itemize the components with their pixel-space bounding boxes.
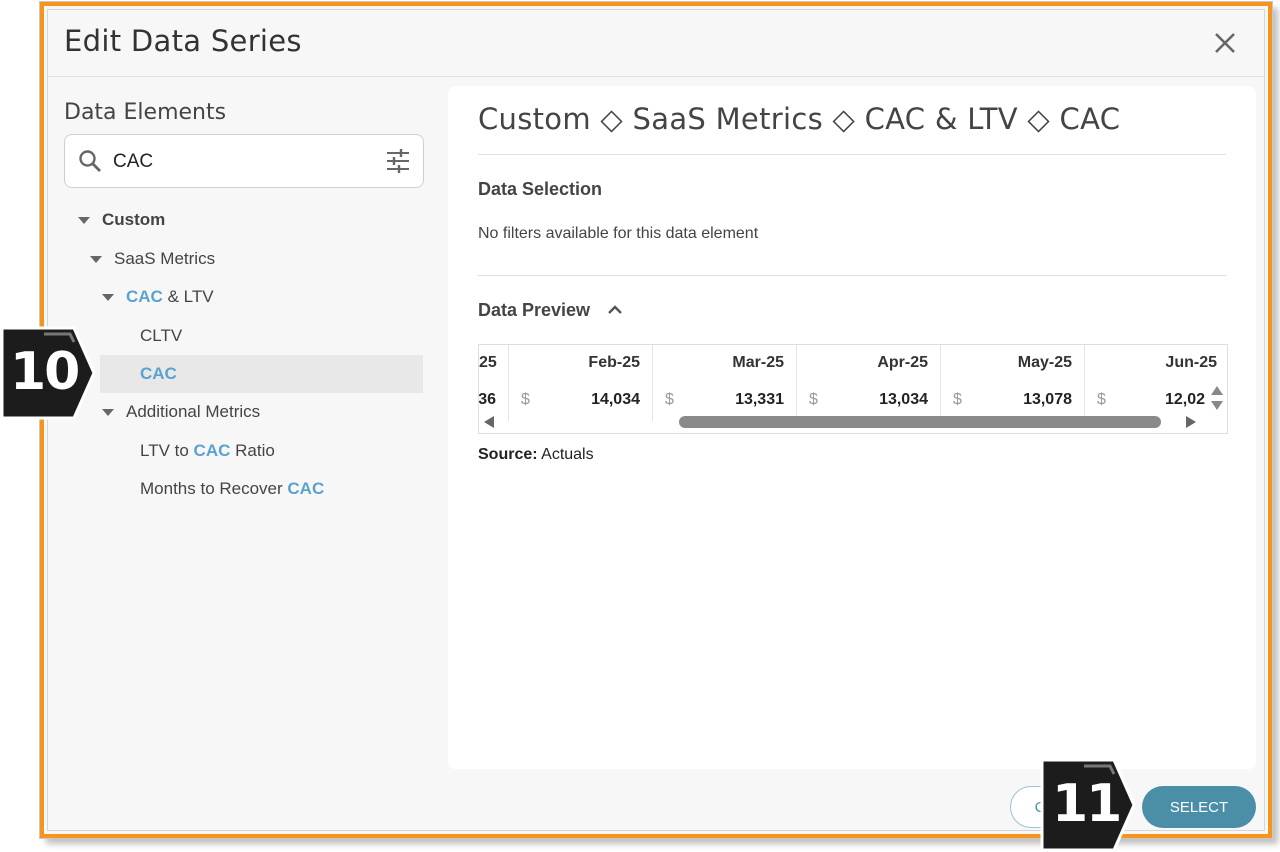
tree-label: SaaS Metrics xyxy=(114,249,216,268)
column-header: Feb-25 xyxy=(509,345,653,383)
tree-label: CAC xyxy=(140,364,177,383)
chevron-up-icon[interactable] xyxy=(606,301,624,319)
dialog-title: Edit Data Series xyxy=(64,24,302,58)
search-input[interactable] xyxy=(111,147,375,177)
tree-label: Custom xyxy=(102,210,166,229)
filter-sliders-icon[interactable] xyxy=(385,148,411,174)
tree-item-cac[interactable]: CAC xyxy=(140,355,177,393)
title-bar: Edit Data Series xyxy=(48,10,1264,77)
tree-item-saas-metrics[interactable]: SaaS Metrics xyxy=(90,240,215,278)
divider xyxy=(478,154,1226,155)
tree-label-highlight: CAC xyxy=(126,287,163,306)
step-badge-number: 11 xyxy=(1052,774,1122,834)
tree-label: Additional Metrics xyxy=(126,402,261,421)
step-badge-number: 10 xyxy=(10,342,80,402)
cell-value: 12,02 xyxy=(1164,391,1205,408)
column-header: Apr-25 xyxy=(797,345,941,383)
search-icon xyxy=(79,150,101,172)
cell-value: 14,034 xyxy=(591,391,640,408)
table-cell: $ 14,034 xyxy=(509,383,653,421)
tree-label-highlight: CAC xyxy=(193,441,231,460)
close-icon[interactable] xyxy=(1212,30,1238,56)
tree-label: LTV to xyxy=(140,441,194,460)
tree-item-cltv[interactable]: CLTV xyxy=(140,317,182,355)
tree-item-months-to-recover-cac[interactable]: Months to Recover CAC xyxy=(140,470,324,508)
data-elements-heading: Data Elements xyxy=(64,100,227,125)
tree-label: CLTV xyxy=(140,326,183,345)
cell-value: 13,078 xyxy=(1023,391,1072,408)
scroll-right-arrow-icon[interactable] xyxy=(1185,415,1197,429)
column-header: May-25 xyxy=(941,345,1085,383)
cell-value: 13,331 xyxy=(735,391,784,408)
dialog-body: Edit Data Series Data Elements CAC Custo… xyxy=(47,9,1265,831)
column-header: Mar-25 xyxy=(653,345,797,383)
data-selection-title: Data Selection xyxy=(478,179,603,199)
horizontal-scrollbar-thumb[interactable] xyxy=(679,416,1161,428)
tree-item-custom[interactable]: Custom xyxy=(78,201,165,239)
source-label: Source: xyxy=(478,446,538,463)
tree-label: Ratio xyxy=(230,441,275,460)
data-preview-title[interactable]: Data Preview xyxy=(478,300,590,321)
data-element-detail-panel: Custom ◇ SaaS Metrics ◇ CAC & LTV ◇ CAC … xyxy=(448,86,1256,769)
cell-value: 13,034 xyxy=(879,391,928,408)
caret-down-icon xyxy=(78,217,90,225)
no-filters-message: No filters available for this data eleme… xyxy=(478,225,759,242)
currency-symbol: $ xyxy=(953,391,962,408)
scroll-left-arrow-icon[interactable] xyxy=(483,415,495,429)
data-preview-grid[interactable]: 25 Feb-25 Mar-25 Apr-25 May-25 Jun-25 36… xyxy=(478,344,1228,434)
cell-value: 36 xyxy=(478,391,496,408)
currency-symbol: $ xyxy=(665,391,674,408)
caret-down-icon xyxy=(90,256,102,264)
tree-label: & LTV xyxy=(162,287,214,306)
select-button[interactable]: SELECT xyxy=(1142,786,1256,828)
column-header: 25 xyxy=(479,345,509,383)
source-value: Actuals xyxy=(537,446,594,463)
step-badge-10: 10 xyxy=(0,326,96,420)
data-source-line: Source: Actuals xyxy=(478,446,594,464)
divider xyxy=(478,275,1226,276)
breadcrumb: Custom ◇ SaaS Metrics ◇ CAC & LTV ◇ CAC xyxy=(478,102,1121,136)
search-box xyxy=(64,134,424,188)
currency-symbol: $ xyxy=(521,391,530,408)
tree-item-additional-metrics[interactable]: Additional Metrics xyxy=(102,393,260,431)
currency-symbol: $ xyxy=(809,391,818,408)
caret-down-icon xyxy=(102,409,114,417)
column-header: Jun-25 xyxy=(1165,354,1217,371)
step-badge-11: 11 xyxy=(1040,758,1136,852)
tree-item-cac-ltv[interactable]: CAC & LTV xyxy=(102,278,214,316)
caret-down-icon xyxy=(102,294,114,302)
edit-data-series-dialog: Edit Data Series Data Elements CAC Custo… xyxy=(40,2,1272,838)
vertical-scroll-arrows-icon[interactable] xyxy=(1209,385,1225,411)
tree-item-ltv-to-cac-ratio[interactable]: LTV to CAC Ratio xyxy=(140,432,275,470)
tree-label-highlight: CAC xyxy=(287,479,325,498)
tree-label: Months to Recover xyxy=(140,479,288,498)
currency-symbol: $ xyxy=(1097,391,1106,408)
